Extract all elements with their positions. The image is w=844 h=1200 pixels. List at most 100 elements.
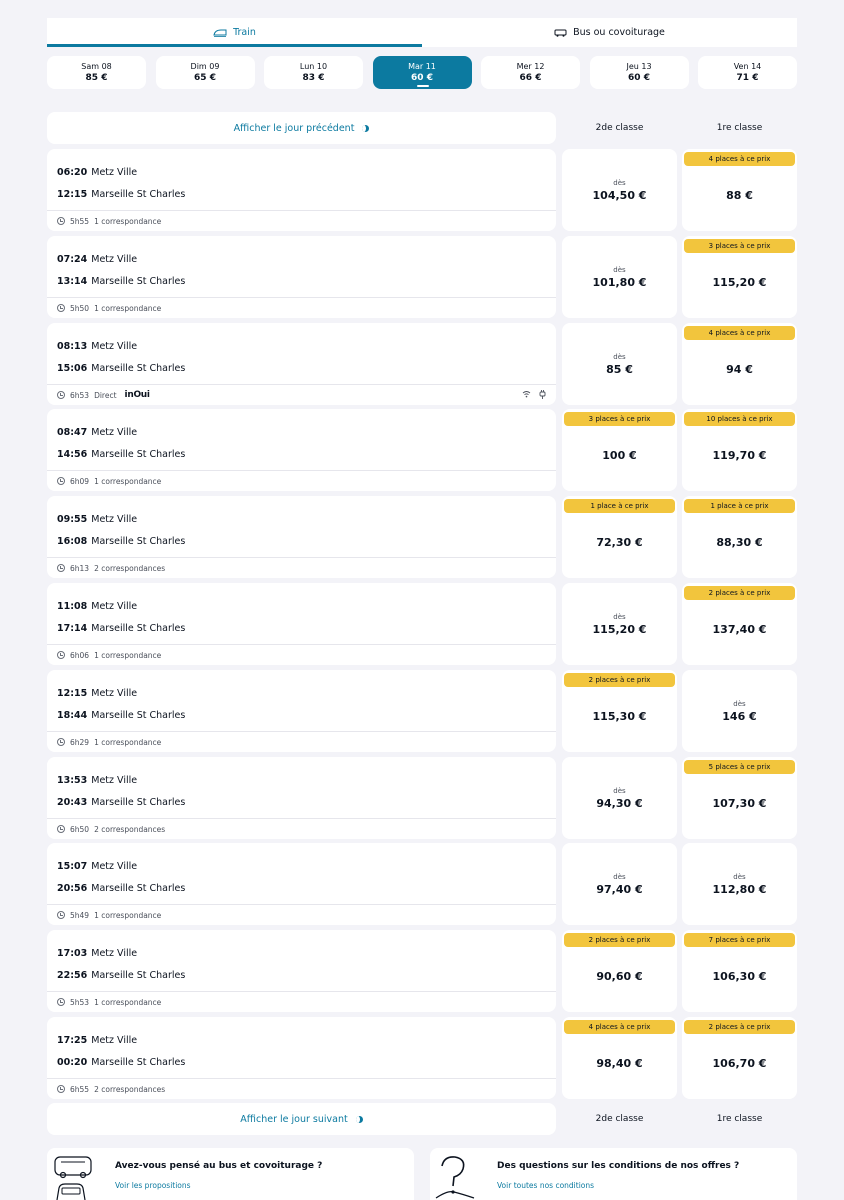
first-class-price-card[interactable]: 2 places à ce prix 106,70 €: [682, 1017, 797, 1099]
departure-station: Metz Ville: [91, 601, 138, 612]
departure: 15:07 Metz Ville: [57, 861, 137, 872]
departure: 08:47 Metz Ville: [57, 427, 137, 438]
journey-row: 06:20 Metz Ville 12:15 Marseille St Charles…: [47, 149, 797, 231]
departure-time: 09:55: [57, 514, 88, 525]
journey-card[interactable]: 07:24 Metz Ville 13:14 Marseille St Charles…: [47, 236, 556, 318]
second-class-price-card[interactable]: 2 places à ce prix 115,30 €: [562, 670, 677, 752]
journey-details: 6h09 1 correspondance: [47, 470, 556, 491]
second-class-price-card[interactable]: dès 101,80 €: [562, 236, 677, 318]
tab-bus[interactable]: Bus ou covoiturage: [422, 18, 797, 47]
departure-time: 15:07: [57, 861, 88, 872]
arrival: 16:08 Marseille St Charles: [57, 536, 185, 547]
conditions-promo-link[interactable]: Voir toutes nos conditions: [497, 1181, 594, 1190]
first-class-price-card[interactable]: 2 places à ce prix 137,40 €: [682, 583, 797, 665]
arrival-station: Marseille St Charles: [91, 623, 186, 634]
next-day-button[interactable]: Afficher le jour suivant: [47, 1103, 556, 1135]
journey-card[interactable]: 12:15 Metz Ville 18:44 Marseille St Charles…: [47, 670, 556, 752]
journey-card[interactable]: 11:08 Metz Ville 17:14 Marseille St Charles…: [47, 583, 556, 665]
price-amount: 94 €: [726, 363, 753, 376]
price-amount: 115,20 €: [712, 276, 767, 289]
second-class-price-card[interactable]: dès 97,40 €: [562, 843, 677, 925]
journey-card[interactable]: 09:55 Metz Ville 16:08 Marseille St Charles…: [47, 496, 556, 578]
journey-connections: 1 correspondance: [94, 997, 162, 1007]
journey-details: 6h50 2 correspondances: [47, 818, 556, 839]
arrival-station: Marseille St Charles: [91, 970, 186, 981]
availability-badge: 5 places à ce prix: [684, 760, 795, 774]
spinner-icon: [355, 1115, 363, 1123]
journey-card[interactable]: 08:47 Metz Ville 14:56 Marseille St Charles…: [47, 409, 556, 491]
first-class-price-card[interactable]: 3 places à ce prix 115,20 €: [682, 236, 797, 318]
date-option[interactable]: Mar 11 60 €: [372, 56, 472, 89]
second-class-price-card[interactable]: dès 115,20 €: [562, 583, 677, 665]
journey-card[interactable]: 08:13 Metz Ville 15:06 Marseille St Charles…: [47, 323, 556, 405]
second-class-price-card[interactable]: dès 94,30 €: [562, 757, 677, 839]
second-class-price-card[interactable]: 4 places à ce prix 98,40 €: [562, 1017, 677, 1099]
date-option[interactable]: Mer 12 66 €: [481, 56, 580, 89]
availability-badge: 10 places à ce prix: [684, 412, 795, 426]
journey-card[interactable]: 17:25 Metz Ville 00:20 Marseille St Charles…: [47, 1017, 556, 1099]
journey-connections: 1 correspondance: [94, 650, 162, 660]
second-class-price-card[interactable]: 1 place à ce prix 72,30 €: [562, 496, 677, 578]
availability-badge: 3 places à ce prix: [684, 239, 795, 253]
tab-train-label: Train: [233, 27, 256, 38]
journey-card[interactable]: 13:53 Metz Ville 20:43 Marseille St Charles…: [47, 757, 556, 839]
arrival-time: 18:44: [57, 710, 88, 721]
date-price: 60 €: [628, 73, 650, 83]
availability-badge: 2 places à ce prix: [564, 933, 675, 947]
arrival-station: Marseille St Charles: [91, 797, 186, 808]
date-option[interactable]: Sam 08 85 €: [47, 56, 146, 89]
first-class-price-card[interactable]: 5 places à ce prix 107,30 €: [682, 757, 797, 839]
journey-details: 5h55 1 correspondance: [47, 210, 556, 231]
arrival: 18:44 Marseille St Charles: [57, 710, 185, 721]
wifi-icon: [522, 391, 531, 398]
second-class-price-card[interactable]: 3 places à ce prix 100 €: [562, 409, 677, 491]
first-class-price-card[interactable]: 4 places à ce prix 94 €: [682, 323, 797, 405]
availability-badge: 1 place à ce prix: [684, 499, 795, 513]
question-illustration: [435, 1156, 475, 1199]
journey-row: 15:07 Metz Ville 20:56 Marseille St Charles…: [47, 843, 797, 925]
date-option[interactable]: Jeu 13 60 €: [589, 56, 689, 89]
journey-row: 13:53 Metz Ville 20:43 Marseille St Charles…: [47, 757, 797, 839]
second-class-price-card[interactable]: dès 104,50 €: [562, 149, 677, 231]
price-amount: 115,20 €: [592, 623, 647, 636]
second-class-price-card[interactable]: dès 85 €: [562, 323, 677, 405]
first-class-price-card[interactable]: dès 146 €: [682, 670, 797, 752]
journey-card[interactable]: 15:07 Metz Ville 20:56 Marseille St Charles…: [47, 843, 556, 925]
bus-promo-link[interactable]: Voir les propositions: [115, 1181, 191, 1190]
prev-day-row: Afficher le jour précédent 2de classe 1r…: [47, 112, 797, 144]
date-option[interactable]: Dim 09 65 €: [155, 56, 255, 89]
arrival-time: 22:56: [57, 970, 88, 981]
first-class-price-card[interactable]: 1 place à ce prix 88,30 €: [682, 496, 797, 578]
first-class-price-card[interactable]: dès 112,80 €: [682, 843, 797, 925]
price-amount: 85 €: [606, 363, 633, 376]
journey-row: 11:08 Metz Ville 17:14 Marseille St Charles…: [47, 583, 797, 665]
from-label: dès: [733, 873, 746, 881]
second-class-price-card[interactable]: 2 places à ce prix 90,60 €: [562, 930, 677, 1012]
first-class-price-card[interactable]: 4 places à ce prix 88 €: [682, 149, 797, 231]
journey-duration: 6h09: [70, 476, 90, 486]
price-amount: 88,30 €: [716, 536, 763, 549]
arrival: 13:14 Marseille St Charles: [57, 276, 185, 287]
journey-duration: 5h55: [70, 216, 90, 226]
bus-promo-title: Avez-vous pensé au bus et covoiturage ?: [115, 1161, 323, 1171]
journey-connections: 1 correspondance: [94, 303, 162, 313]
date-option[interactable]: Lun 10 83 €: [264, 56, 363, 89]
departure-station: Metz Ville: [91, 514, 138, 525]
price-amount: 106,30 €: [712, 970, 767, 983]
date-option[interactable]: Ven 14 71 €: [698, 56, 797, 89]
date-price: 83 €: [302, 73, 325, 83]
tab-train[interactable]: Train: [47, 18, 422, 47]
next-day-label: Afficher le jour suivant: [240, 1113, 348, 1125]
journey-card[interactable]: 06:20 Metz Ville 12:15 Marseille St Charles…: [47, 149, 556, 231]
departure-station: Metz Ville: [91, 167, 138, 178]
from-label: dès: [613, 266, 626, 274]
first-class-price-card[interactable]: 7 places à ce prix 106,30 €: [682, 930, 797, 1012]
journey-card[interactable]: 17:03 Metz Ville 22:56 Marseille St Charles…: [47, 930, 556, 1012]
from-label: dès: [613, 787, 626, 795]
prev-day-button[interactable]: Afficher le jour précédent: [47, 112, 556, 144]
price-amount: 97,40 €: [596, 883, 643, 896]
departure-time: 11:08: [57, 601, 88, 612]
journey-row: 08:47 Metz Ville 14:56 Marseille St Charles…: [47, 409, 797, 491]
first-class-price-card[interactable]: 10 places à ce prix 119,70 €: [682, 409, 797, 491]
arrival-station: Marseille St Charles: [91, 536, 186, 547]
